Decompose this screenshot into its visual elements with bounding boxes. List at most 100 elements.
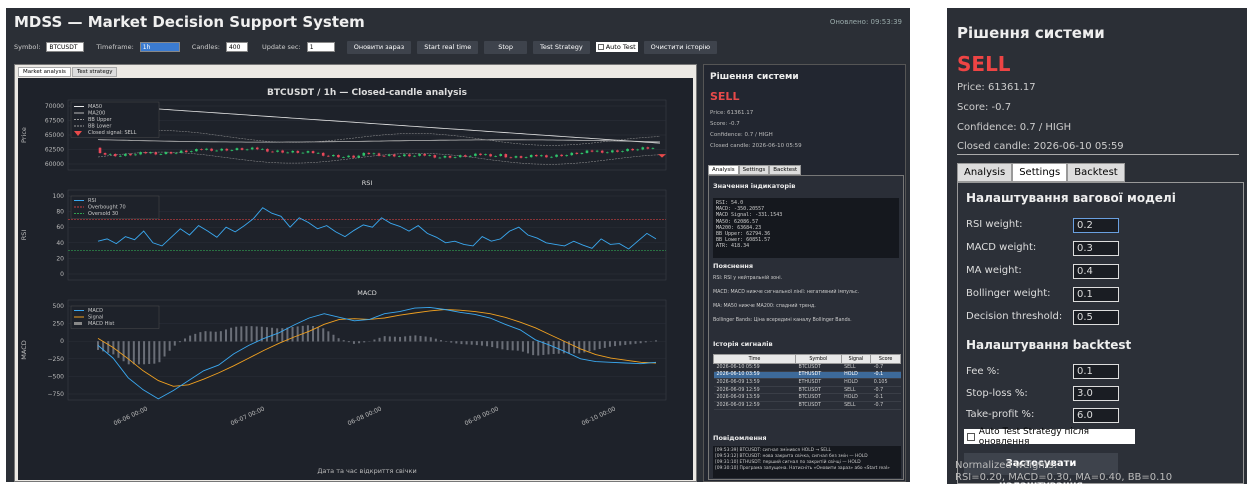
stop-button[interactable]: Stop (484, 41, 527, 54)
col-signal[interactable]: Signal (841, 355, 871, 364)
candle-body (347, 156, 350, 157)
zoomed-decision-panel: Рішення системи SELL Price: 61361.17 Sco… (947, 8, 1247, 484)
macd-hist-bar (547, 341, 549, 354)
candle-body (286, 152, 289, 153)
tab-market-analysis[interactable]: Market analysis (18, 67, 71, 77)
y-tick-label: 60000 (45, 161, 64, 168)
macd-hist-bar (312, 326, 314, 341)
auto-test-after-update-checkbox[interactable]: Auto Test Strategy після оновлення (964, 429, 1135, 444)
candle-body (525, 157, 528, 158)
candle-body (454, 157, 457, 158)
legend-entry: MACD (88, 308, 103, 314)
col-score[interactable]: Score (871, 355, 901, 364)
table-row[interactable]: 2026-06-09 12:59BTCUSDTSELL-0.7 (714, 401, 901, 409)
normalized-weights-values: RSI=0.20, MACD=0.30, MA=0.40, BB=0.10 (955, 472, 1172, 483)
clear-history-button[interactable]: Очистити історію (644, 41, 717, 54)
rsi-weight-input[interactable]: 0.2 (1073, 218, 1119, 233)
candle-body (124, 154, 127, 156)
col-symbol[interactable]: Symbol (795, 355, 841, 364)
zoom-closed-candle: Closed candle: 2026-06-10 05:59 (957, 141, 1124, 152)
x-tick-label: 06-10 00:00 (581, 405, 617, 427)
candles-input[interactable]: 400 (226, 42, 248, 52)
y-tick-label: 0 (60, 338, 64, 345)
tab-analysis[interactable]: Analysis (708, 165, 739, 175)
macd-hist-bar (348, 341, 350, 342)
tab-test-strategy[interactable]: Test strategy (72, 67, 118, 77)
timeframe-select[interactable]: 1h (140, 42, 180, 52)
macd-hist-bar (266, 327, 268, 341)
table-row[interactable]: 2026-06-10 05:59BTCUSDTSELL-0.7 (714, 364, 901, 372)
ma-weight-input[interactable]: 0.4 (1073, 264, 1119, 279)
left-tab-bar: Market analysis Test strategy (15, 65, 696, 77)
indicators-title: Значення індикаторів (713, 182, 795, 190)
macd-hist-bar (332, 335, 334, 342)
legend-box (71, 306, 159, 329)
auto-test-checkbox[interactable]: Auto Test (596, 42, 638, 52)
candle-body (505, 154, 508, 157)
signal-series-line (98, 310, 656, 387)
symbol-input[interactable]: BTCUSDT (46, 42, 84, 52)
candle-body (398, 156, 401, 157)
y-tick-label: 70000 (45, 103, 64, 110)
take-profit-input[interactable]: 6.0 (1073, 408, 1119, 423)
legend-entry: MA200 (88, 111, 105, 117)
start-realtime-button[interactable]: Start real time (417, 41, 478, 54)
test-strategy-button[interactable]: Test Strategy (533, 41, 590, 54)
macd-hist-bar (588, 341, 590, 351)
messages-log[interactable]: [09:53:39] BTCUSDT: сигнал змінився HOLD… (713, 446, 901, 478)
macd-hist-bar (256, 326, 258, 341)
update-sec-input[interactable]: 1 (307, 42, 335, 52)
timeframe-label: Timeframe: (96, 43, 133, 51)
candle-body (226, 149, 229, 151)
candle-body (261, 149, 264, 150)
candle-body (616, 150, 619, 151)
zoom-tab-settings[interactable]: Settings (1012, 163, 1067, 182)
macd-hist-bar (123, 341, 125, 361)
candle-body (185, 151, 188, 152)
macd-hist-bar (466, 341, 468, 344)
decision-header: Рішення системи (710, 72, 799, 82)
decision-panel: Рішення системи SELL Price: 61361.17 Sco… (703, 64, 906, 482)
zoom-tab-analysis[interactable]: Analysis (957, 163, 1012, 182)
x-tick-label: 06-08 00:00 (347, 405, 383, 427)
threshold-input[interactable]: 0.5 (1073, 310, 1119, 325)
y-axis-label: RSI (20, 230, 28, 241)
candle-body (444, 156, 447, 158)
take-profit-label: Take-profit %: (966, 409, 1034, 420)
bb-weight-input[interactable]: 0.1 (1073, 287, 1119, 302)
tab-settings[interactable]: Settings (739, 165, 770, 175)
legend-marker (74, 322, 82, 325)
table-row[interactable]: 2026-06-09 13:59ETHUSDTHOLD0.105 (714, 379, 901, 387)
candle-body (119, 156, 122, 157)
candle-body (459, 155, 462, 157)
table-row[interactable]: 2026-06-09 13:59BTCUSDTHOLD-0.1 (714, 394, 901, 402)
zoom-decision-header: Рішення системи (957, 24, 1105, 42)
table-row[interactable]: 2026-06-09 12:59BTCUSDTSELL-0.7 (714, 386, 901, 394)
macd-hist-bar (235, 327, 237, 342)
macd-hist-bar (537, 341, 539, 355)
candle-body (647, 147, 650, 148)
fee-input[interactable]: 0.1 (1073, 364, 1119, 379)
refresh-button[interactable]: Оновити зараз (347, 41, 411, 54)
table-cell: -0.7 (871, 401, 901, 409)
zoom-tab-backtest[interactable]: Backtest (1067, 163, 1124, 182)
tab-backtest[interactable]: Backtest (769, 165, 801, 175)
macd-hist-bar (225, 329, 227, 341)
candle-body (144, 152, 147, 153)
macd-weight-input[interactable]: 0.3 (1073, 241, 1119, 256)
candle-body (393, 154, 396, 156)
analysis-tab-panel: Значення індикаторів RSI: 54.0 MACD: -35… (708, 175, 904, 480)
settings-tab-panel: Налаштування вагової моделі RSI weight: … (957, 182, 1244, 484)
candle-body (155, 152, 158, 154)
candle-body (362, 153, 365, 156)
candle-body (565, 155, 568, 156)
col-time[interactable]: Time (714, 355, 796, 364)
table-row[interactable]: 2026-06-10 03:59ETHUSDTHOLD-0.1 (714, 371, 901, 379)
macd-hist-bar (322, 328, 324, 341)
candle-body (99, 148, 102, 153)
macd-hist-bar (414, 335, 416, 341)
macd-hist-bar (133, 341, 135, 364)
candle-body (180, 151, 183, 153)
macd-hist-bar (107, 341, 109, 353)
stop-loss-input[interactable]: 3.0 (1073, 386, 1119, 401)
